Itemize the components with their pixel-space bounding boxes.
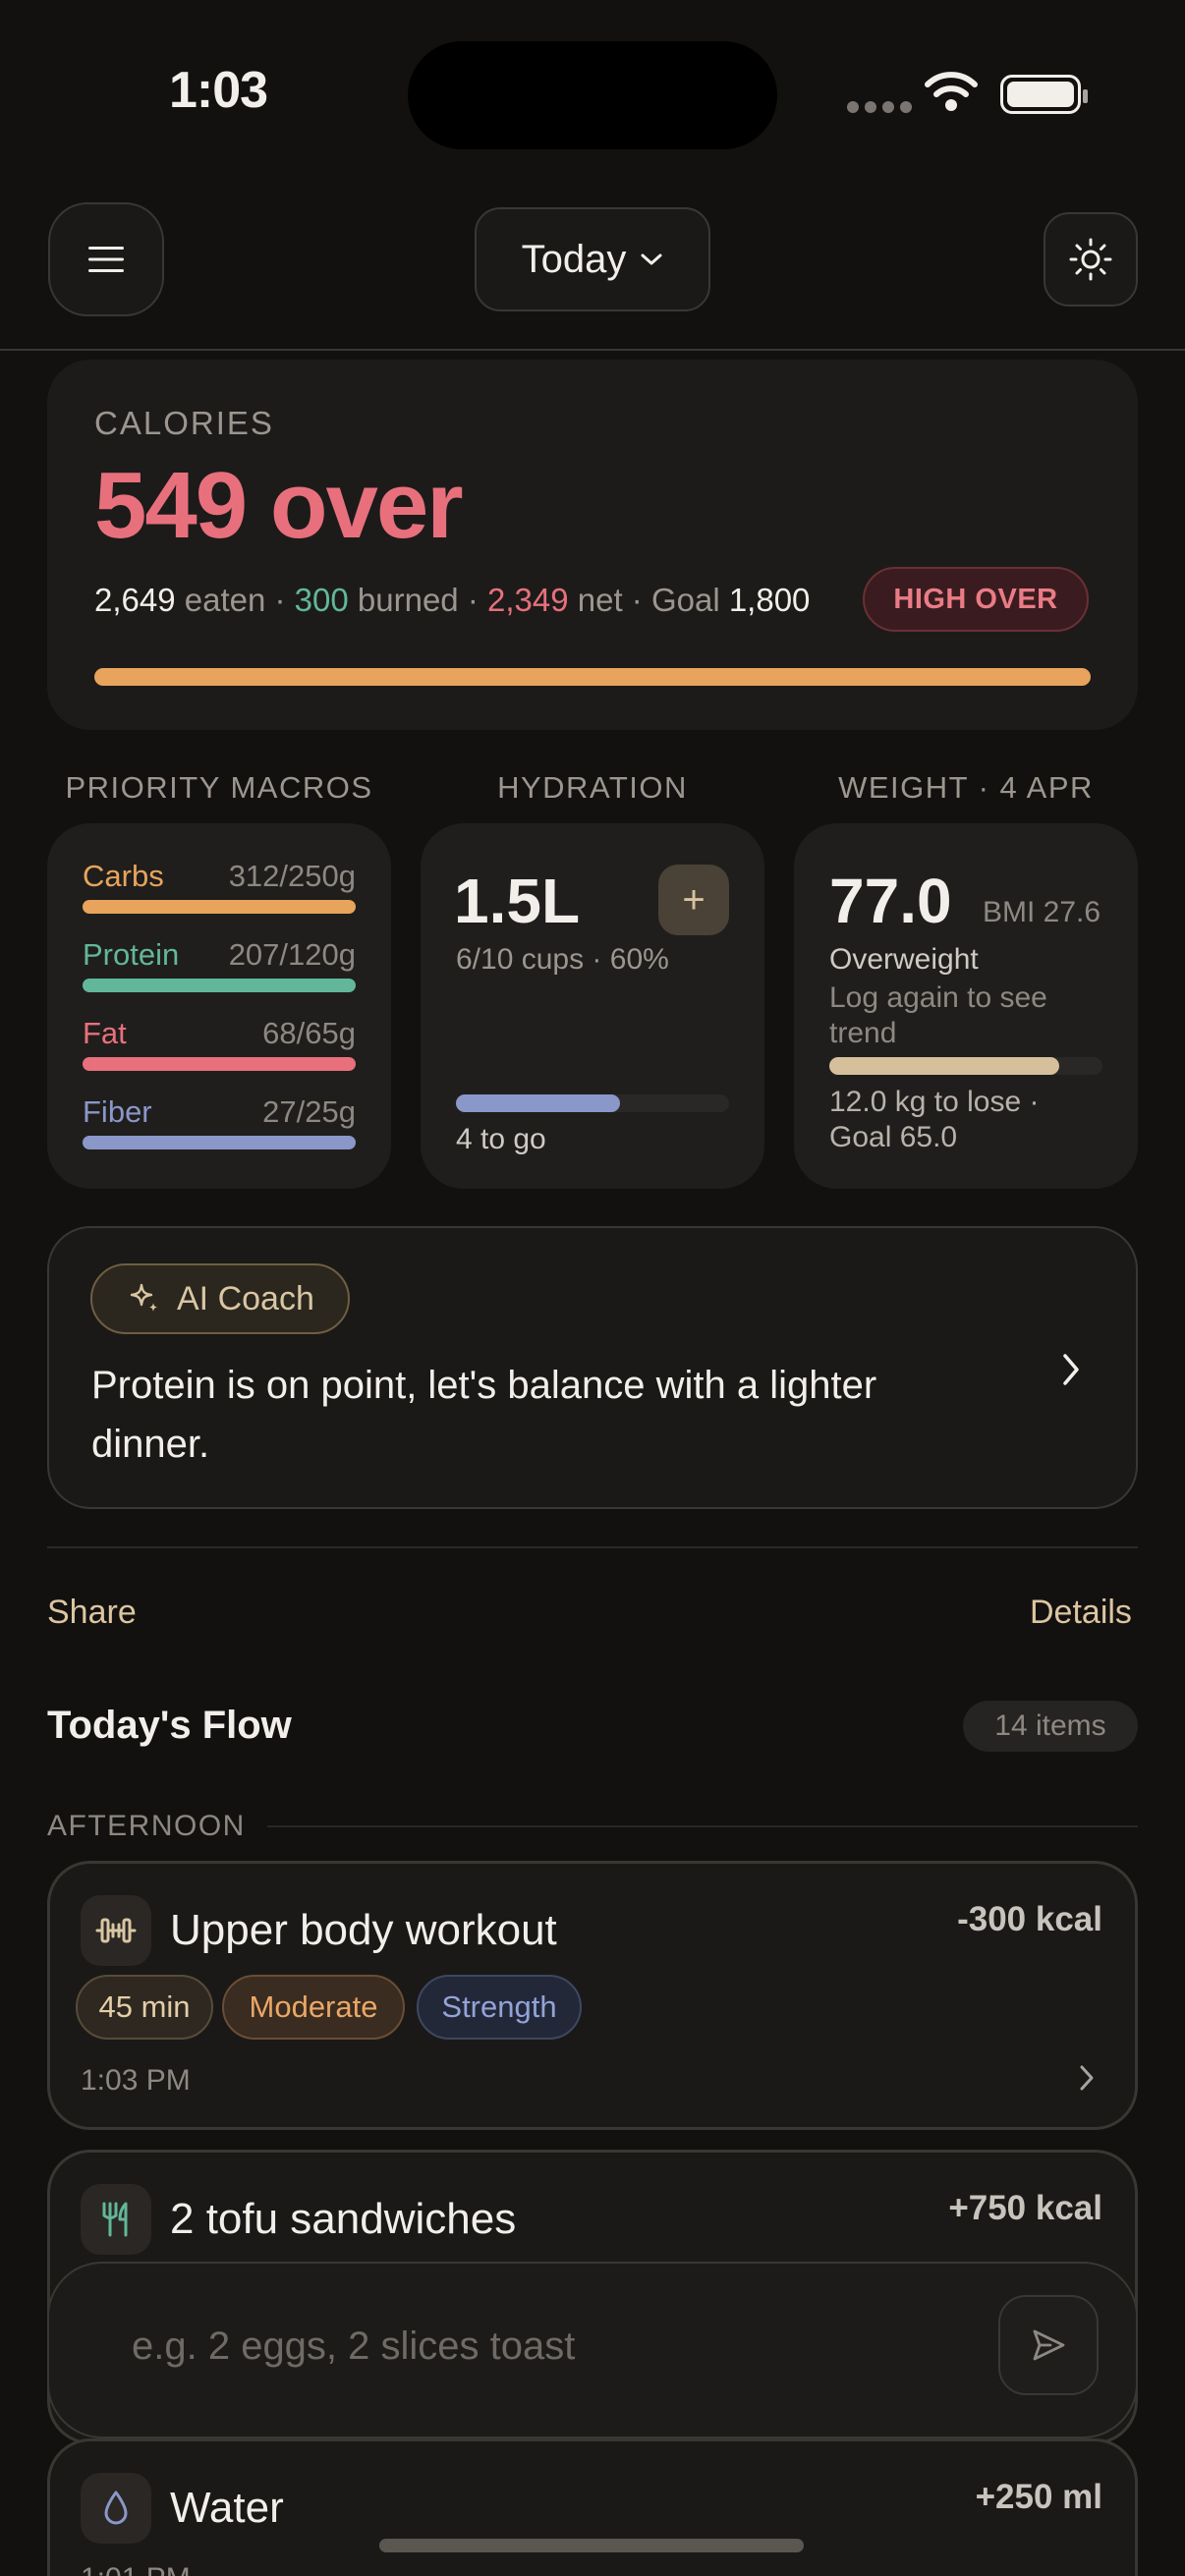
fork-knife-icon	[81, 2184, 151, 2255]
flow-title: Today's Flow	[47, 1704, 292, 1747]
water-drop-icon	[81, 2473, 151, 2544]
ai-coach-label: AI Coach	[177, 1279, 314, 1317]
macro-bar	[83, 979, 356, 992]
item-kcal: -300 kcal	[957, 1900, 1102, 1938]
hydration-section-label: HYDRATION	[497, 770, 688, 805]
calories-label: CALORIES	[94, 405, 274, 441]
bmi-value: BMI 27.6	[983, 896, 1101, 928]
item-title: Water	[170, 2484, 284, 2532]
macro-bar	[83, 1057, 356, 1071]
theme-toggle-button[interactable]	[1044, 212, 1138, 307]
burned-label: burned ·	[348, 582, 487, 618]
dynamic-island	[408, 41, 777, 149]
macro-name: Carbs	[83, 859, 164, 893]
item-time: 1:01 PM	[81, 2562, 191, 2576]
calories-summary: 2,649 eaten · 300 burned · 2,349 net · G…	[94, 582, 810, 619]
food-input[interactable]: e.g. 2 eggs, 2 slices toast	[132, 2324, 575, 2369]
afternoon-section-label: AFTERNOON	[47, 1810, 246, 1842]
chevron-down-icon	[641, 253, 662, 265]
date-label: Today	[521, 237, 627, 281]
hydration-detail: 6/10 cups · 60%	[456, 943, 669, 976]
calories-progress-bar	[94, 668, 1091, 686]
wifi-icon	[924, 71, 979, 117]
item-time: 1:03 PM	[81, 2064, 191, 2097]
macro-row-carbs: Carbs 312/250g	[83, 859, 356, 914]
tag-intensity: Moderate	[222, 1975, 405, 2040]
item-kcal: +250 ml	[975, 2478, 1102, 2516]
chevron-right-icon[interactable]	[1077, 2063, 1097, 2098]
weight-progress-fill	[829, 1057, 1059, 1075]
sun-icon	[1069, 238, 1112, 281]
cellular-signal-icon	[847, 101, 912, 113]
tag-type: Strength	[417, 1975, 582, 2040]
ai-coach-message: Protein is on point, let's balance with …	[91, 1364, 877, 1466]
macro-row-fiber: Fiber 27/25g	[83, 1094, 356, 1149]
macro-bar	[83, 900, 356, 914]
send-icon	[1033, 2329, 1065, 2361]
weight-goal-text: 12.0 kg to lose · Goal 65.0	[829, 1086, 1040, 1153]
weight-value: 77.0	[829, 866, 952, 936]
battery-icon	[1000, 75, 1088, 114]
sparkle-icon	[130, 1283, 157, 1312]
date-selector-button[interactable]: Today	[475, 207, 710, 311]
section-rule	[267, 1825, 1138, 1827]
macro-value: 27/25g	[262, 1094, 356, 1129]
hydration-amount: 1.5L	[454, 866, 581, 936]
details-button[interactable]: Details	[1030, 1594, 1132, 1632]
share-button[interactable]: Share	[47, 1594, 137, 1632]
macro-value: 207/120g	[228, 937, 356, 972]
hydration-progress-fill	[456, 1094, 620, 1112]
weight-section-label: WEIGHT · 4 APR	[838, 770, 1094, 805]
weight-status: Overweight	[829, 943, 979, 976]
dumbbell-icon	[81, 1895, 151, 1966]
calories-headline: 549 over	[94, 453, 464, 558]
status-time: 1:03	[169, 62, 268, 119]
macro-bar	[83, 1136, 356, 1149]
macros-section-label: PRIORITY MACROS	[65, 770, 373, 805]
macro-name: Protein	[83, 937, 180, 972]
send-button[interactable]	[998, 2295, 1099, 2395]
macro-row-protein: Protein 207/120g	[83, 937, 356, 992]
item-title: 2 tofu sandwiches	[170, 2195, 517, 2243]
net-value: 2,349	[486, 582, 569, 618]
chevron-right-icon[interactable]	[1057, 1350, 1085, 1394]
menu-button[interactable]	[48, 202, 164, 316]
goal-value: 1,800	[728, 582, 811, 618]
add-water-button[interactable]: +	[658, 865, 729, 935]
eaten-label: eaten ·	[175, 582, 295, 618]
flow-count-badge: 14 items	[963, 1701, 1138, 1752]
hamburger-icon	[88, 247, 124, 272]
net-label: net · Goal	[568, 582, 729, 618]
item-title: Upper body workout	[170, 1906, 557, 1954]
weight-hint: Log again to see trend	[829, 981, 1047, 1049]
item-kcal: +750 kcal	[948, 2189, 1102, 2227]
macro-name: Fat	[83, 1016, 127, 1050]
macro-value: 68/65g	[262, 1016, 356, 1050]
section-divider	[47, 1546, 1138, 1548]
header-divider	[0, 349, 1185, 351]
burned-value: 300	[294, 582, 349, 618]
tag-duration: 45 min	[76, 1975, 213, 2040]
status-badge: HIGH OVER	[863, 567, 1089, 632]
macro-value: 312/250g	[228, 859, 356, 893]
hydration-remaining: 4 to go	[456, 1123, 546, 1155]
home-indicator[interactable]	[379, 2539, 804, 2552]
eaten-value: 2,649	[94, 582, 176, 618]
ai-coach-chip: AI Coach	[90, 1263, 350, 1334]
macro-row-fat: Fat 68/65g	[83, 1016, 356, 1071]
macro-name: Fiber	[83, 1094, 152, 1129]
